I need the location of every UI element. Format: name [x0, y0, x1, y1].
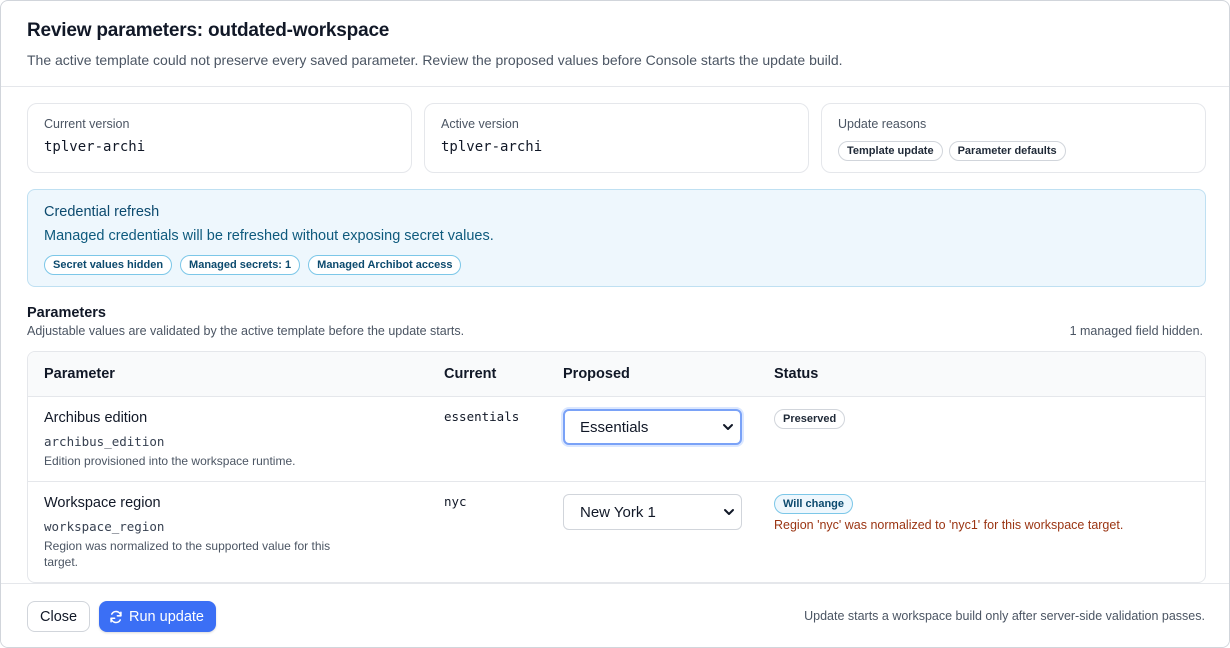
current-version-value: tplver-archi — [44, 139, 146, 155]
run-update-button[interactable]: Run update — [99, 601, 216, 632]
notice-title: Credential refresh — [44, 204, 160, 220]
parameter-description: Edition provisioned into the workspace r… — [44, 454, 296, 468]
status-badge: Will change — [774, 494, 854, 514]
parameters-title: Parameters — [27, 305, 106, 321]
status-message: Region 'nyc' was normalized to 'nyc1' fo… — [774, 518, 1124, 532]
parameter-description: Region was normalized to the supported v… — [44, 539, 331, 569]
column-header-parameter: Parameter — [44, 366, 115, 382]
footer-note: Update starts a workspace build only aft… — [804, 609, 1205, 623]
table-row: Archibus edition archibus_edition Editio… — [28, 397, 1205, 482]
close-button[interactable]: Close — [27, 601, 91, 632]
proposed-select-value: New York 1 — [580, 503, 656, 521]
parameter-key: workspace_region — [44, 519, 165, 534]
dialog-subtitle: The active template could not preserve e… — [27, 52, 843, 68]
parameters-subtitle: Adjustable values are validated by the a… — [27, 324, 465, 338]
notice-chip: Managed secrets: 1 — [180, 255, 301, 275]
dialog-title: Review parameters: outdated-workspace — [27, 20, 390, 41]
notice-chip: Managed Archibot access — [308, 255, 462, 275]
run-update-label: Run update — [129, 608, 204, 625]
table-row: Workspace region workspace_region Region… — [28, 482, 1205, 582]
notice-text: Managed credentials will be refreshed wi… — [44, 228, 494, 244]
status-badge: Preserved — [774, 409, 846, 429]
proposed-select-region[interactable]: New York 1 — [563, 494, 742, 530]
column-header-current: Current — [444, 366, 497, 382]
review-parameters-dialog: Review parameters: outdated-workspace Th… — [0, 0, 1230, 648]
active-version-value: tplver-archi — [441, 139, 543, 155]
chevron-down-icon — [724, 509, 734, 515]
parameter-name: Workspace region — [44, 495, 161, 511]
proposed-select-value: Essentials — [580, 418, 649, 436]
update-reasons-card: Update reasons Template update Parameter… — [821, 103, 1206, 173]
parameter-name: Archibus edition — [44, 410, 148, 426]
parameter-key: archibus_edition — [44, 434, 165, 449]
current-version-label: Current version — [44, 117, 130, 131]
refresh-icon — [110, 610, 122, 623]
hidden-fields-note: 1 managed field hidden. — [1069, 324, 1203, 338]
current-version-card: Current version tplver-archi — [27, 103, 412, 173]
dialog-footer: Close Run update Update starts a workspa… — [1, 583, 1229, 647]
active-version-label: Active version — [441, 117, 519, 131]
table-header: Parameter Current Proposed Status — [28, 352, 1205, 397]
update-reasons-chips: Template update Parameter defaults — [838, 141, 1066, 161]
proposed-select-edition[interactable]: Essentials — [563, 409, 742, 445]
current-value: essentials — [444, 409, 520, 424]
notice-chip: Secret values hidden — [44, 255, 173, 275]
column-header-status: Status — [774, 366, 819, 382]
reason-chip: Template update — [838, 141, 943, 161]
column-header-proposed: Proposed — [563, 366, 630, 382]
reason-chip: Parameter defaults — [948, 141, 1066, 161]
parameters-table: Parameter Current Proposed Status Archib… — [27, 351, 1206, 583]
dialog-header: Review parameters: outdated-workspace Th… — [1, 1, 1229, 87]
update-reasons-label: Update reasons — [838, 117, 927, 131]
notice-chips: Secret values hidden Managed secrets: 1 … — [44, 255, 462, 275]
chevron-down-icon — [723, 424, 733, 430]
credential-refresh-notice: Credential refresh Managed credentials w… — [27, 189, 1206, 287]
active-version-card: Active version tplver-archi — [424, 103, 809, 173]
current-value: nyc — [444, 494, 467, 509]
